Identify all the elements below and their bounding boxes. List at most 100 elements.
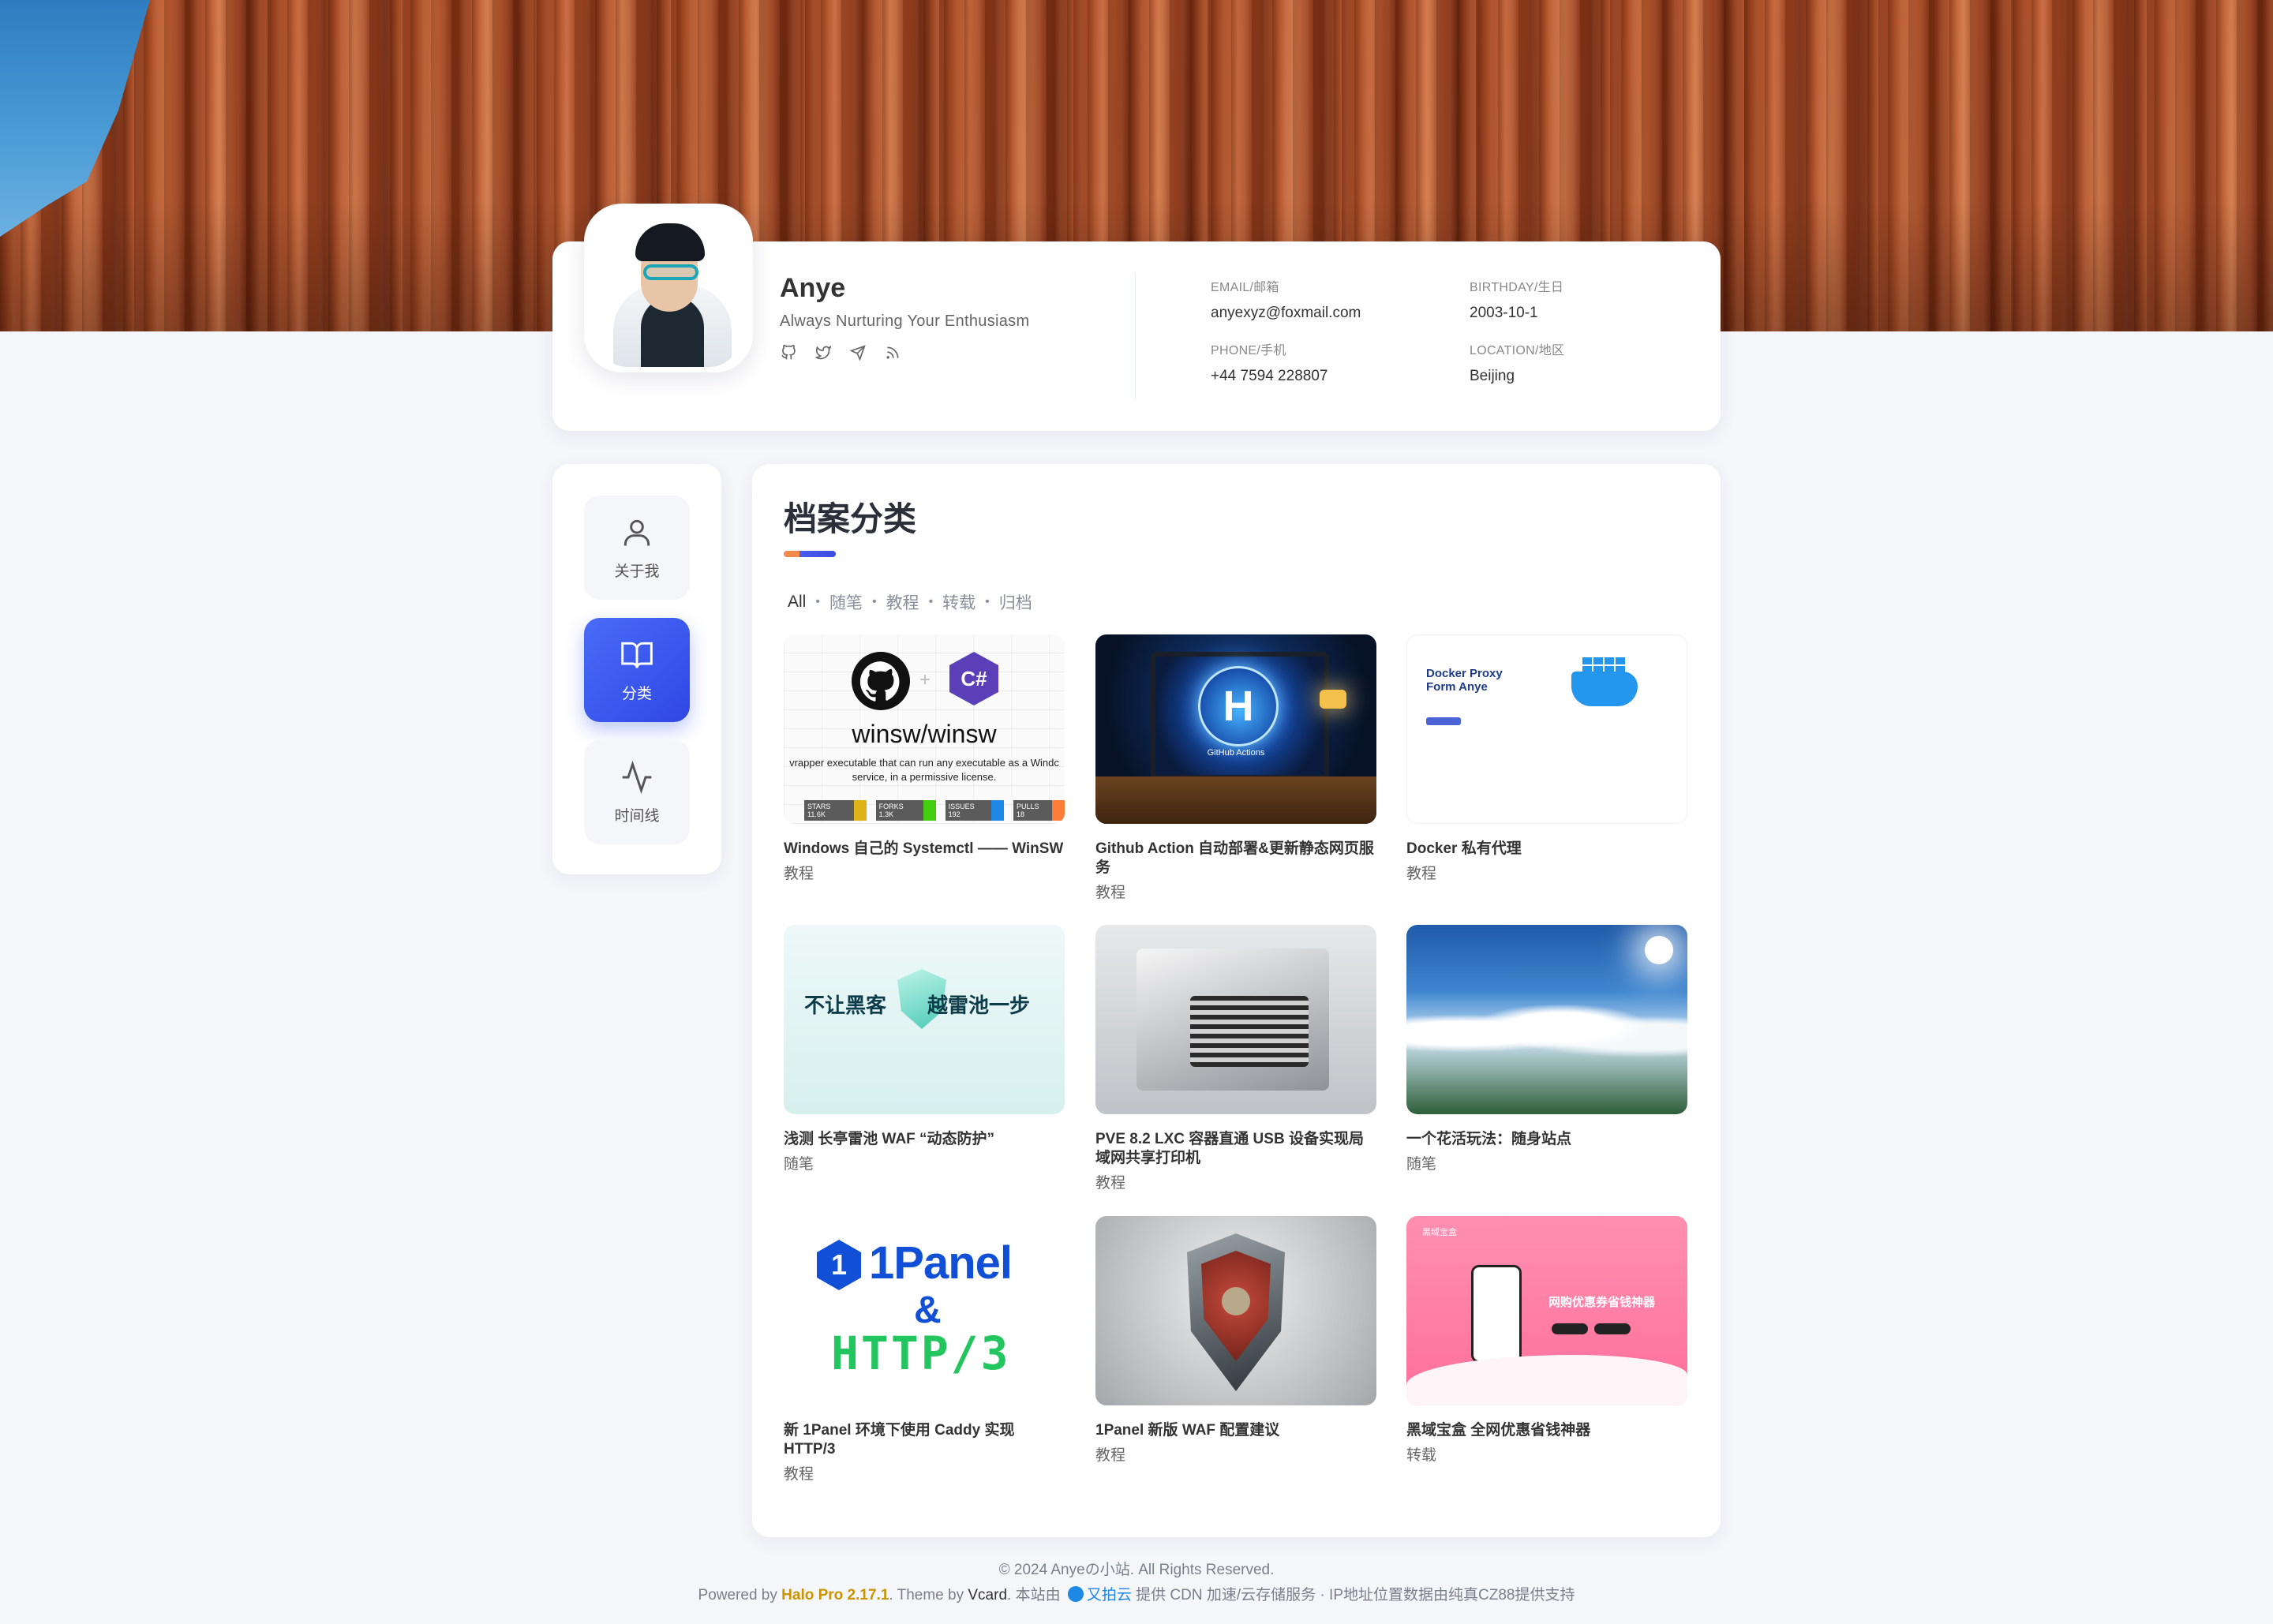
footer-copyright: © 2024 Anyeの小站. All Rights Reserved.: [998, 1562, 1275, 1578]
avatar-image: [597, 209, 740, 367]
theme-link[interactable]: Vcard: [968, 1587, 1007, 1603]
post-title[interactable]: 黑域宝盒 全网优惠省钱神器: [1406, 1421, 1687, 1440]
email-label: EMAIL/邮箱: [1211, 281, 1279, 294]
post-thumbnail[interactable]: [1406, 925, 1687, 1114]
nav-item-categories[interactable]: 分类: [584, 618, 690, 722]
rss-icon[interactable]: [884, 344, 901, 361]
birthday-label: BIRTHDAY/生日: [1470, 281, 1564, 294]
post-title[interactable]: Docker 私有代理: [1406, 840, 1687, 859]
thumb-text-http3: HTTP/3: [831, 1327, 1011, 1380]
side-nav: 关于我 分类 时间线: [552, 464, 721, 874]
post-title[interactable]: 一个花活玩法：随身站点: [1406, 1130, 1687, 1149]
footer-credits: Powered by Halo Pro 2.17.1. Theme by Vca…: [0, 1583, 2273, 1604]
upyun-link[interactable]: 又拍云: [1087, 1587, 1132, 1603]
filter-all[interactable]: All: [788, 593, 806, 612]
post-card[interactable]: 1 1Panel & HTTP/3 新 1Panel 环境下使用 Caddy 实…: [784, 1216, 1065, 1484]
docker-icon: [1582, 657, 1625, 673]
upyun-icon: [1067, 1586, 1084, 1602]
profile-divider: [1135, 273, 1136, 399]
footer-theme-label: . Theme by: [889, 1587, 964, 1603]
nav-item-about[interactable]: 关于我: [584, 496, 690, 600]
github-icon: [852, 652, 910, 710]
profile-motto: Always Nurturing Your Enthusiasm: [780, 312, 1030, 330]
github-actions-logo: H: [1198, 666, 1279, 747]
twitter-icon[interactable]: [814, 344, 832, 361]
post-category[interactable]: 教程: [784, 862, 1065, 883]
footer-cdn-text: 提供 CDN 加速/云存储服务 · IP地址位置数据由纯真CZ88提供支持: [1136, 1587, 1575, 1603]
nav-item-timeline[interactable]: 时间线: [584, 740, 690, 844]
email-value[interactable]: anyexyz@foxmail.com: [1211, 305, 1361, 322]
post-title[interactable]: Windows 自己的 Systemctl —— WinSW: [784, 840, 1065, 859]
thumb-badges: STARS 11.6K FORKS 1.3K ISSUES 192 PULLS …: [804, 800, 1065, 821]
1panel-logo: 1: [817, 1240, 861, 1290]
post-title[interactable]: 浅测 长亭雷池 WAF “动态防护”: [784, 1130, 1065, 1149]
telegram-icon[interactable]: [849, 344, 867, 361]
birthday-info: BIRTHDAY/生日 2003-10-1: [1470, 276, 1563, 322]
post-thumbnail[interactable]: [1095, 925, 1376, 1114]
avatar[interactable]: [584, 204, 753, 372]
github-icon[interactable]: [780, 344, 797, 361]
phone-info: PHONE/手机 +44 7594 228807: [1211, 339, 1327, 385]
post-category[interactable]: 教程: [784, 1462, 1065, 1484]
halo-link[interactable]: Halo Pro 2.17.1: [781, 1587, 889, 1603]
post-title[interactable]: PVE 8.2 LXC 容器直通 USB 设备实现局域网共享打印机: [1095, 1130, 1376, 1168]
thumb-tag: 黑域宝盒: [1422, 1228, 1457, 1237]
post-card[interactable]: Docker Proxy Form Anye Docker 私有代理 教程: [1406, 634, 1687, 883]
post-title[interactable]: 新 1Panel 环境下使用 Caddy 实现 HTTP/3: [784, 1421, 1065, 1459]
filter-tutorial[interactable]: 教程: [886, 590, 919, 614]
post-thumbnail[interactable]: H GitHub Actions: [1095, 634, 1376, 824]
post-thumbnail[interactable]: [1095, 1216, 1376, 1405]
post-card[interactable]: PVE 8.2 LXC 容器直通 USB 设备实现局域网共享打印机 教程: [1095, 925, 1376, 1192]
post-card[interactable]: H GitHub Actions Github Action 自动部署&更新静态…: [1095, 634, 1376, 902]
activity-icon: [622, 760, 652, 794]
post-card[interactable]: 黑域宝盒 网购优惠券省钱神器 黑域宝盒 全网优惠省钱神器 转载: [1406, 1216, 1687, 1465]
phone-illustration: [1471, 1265, 1522, 1363]
user-icon: [623, 519, 650, 545]
post-category[interactable]: 教程: [1095, 1171, 1376, 1192]
post-thumbnail[interactable]: 黑域宝盒 网购优惠券省钱神器: [1406, 1216, 1687, 1405]
post-category[interactable]: 随笔: [784, 1152, 1065, 1173]
footer-powered-label: Powered by: [698, 1587, 777, 1603]
birthday-value: 2003-10-1: [1470, 305, 1538, 321]
title-underline: [784, 551, 836, 557]
thumb-description: vrapper executable that can run any exec…: [789, 757, 1059, 783]
thumb-text-1panel: 1Panel: [869, 1237, 1013, 1289]
page-title: 档案分类: [784, 500, 917, 537]
thumb-text-amp: &: [914, 1289, 942, 1331]
post-title[interactable]: 1Panel 新版 WAF 配置建议: [1095, 1421, 1376, 1440]
filter-repost[interactable]: 转载: [942, 590, 975, 614]
post-category[interactable]: 随笔: [1406, 1152, 1687, 1173]
filter-essay[interactable]: 随笔: [829, 590, 863, 614]
post-category[interactable]: 教程: [1095, 1443, 1376, 1465]
post-card[interactable]: 1Panel 新版 WAF 配置建议 教程: [1095, 1216, 1376, 1465]
thumb-repo-name: winsw/winsw: [852, 720, 997, 748]
post-card[interactable]: 一个花活玩法：随身站点 随笔: [1406, 925, 1687, 1173]
book-icon: [621, 642, 653, 668]
email-info: EMAIL/邮箱 anyexyz@foxmail.com: [1211, 276, 1361, 322]
post-thumbnail[interactable]: + C# winsw/winsw vrapper executable that…: [784, 634, 1065, 824]
nav-item-label: 分类: [621, 685, 652, 702]
profile-name: Anye: [780, 273, 846, 303]
phone-value[interactable]: +44 7594 228807: [1211, 368, 1327, 385]
post-title[interactable]: Github Action 自动部署&更新静态网页服务: [1095, 840, 1376, 877]
filter-archive[interactable]: 归档: [999, 590, 1032, 614]
footer-cdn-label: . 本站由: [1007, 1587, 1061, 1603]
thumb-heading: 网购优惠券省钱神器: [1548, 1296, 1656, 1309]
nav-item-label: 时间线: [614, 807, 660, 825]
thumb-caption: GitHub Actions: [1207, 748, 1265, 758]
post-thumbnail[interactable]: 不让黑客 越雷池一步: [784, 925, 1065, 1114]
thumb-text-left: 不让黑客: [804, 993, 887, 1017]
post-category[interactable]: 教程: [1095, 881, 1376, 902]
post-card[interactable]: 不让黑客 越雷池一步 浅测 长亭雷池 WAF “动态防护” 随笔: [784, 925, 1065, 1173]
post-category[interactable]: 转载: [1406, 1443, 1687, 1465]
phone-label: PHONE/手机: [1211, 344, 1286, 357]
location-label: LOCATION/地区: [1470, 344, 1565, 357]
post-thumbnail[interactable]: 1 1Panel & HTTP/3: [784, 1216, 1065, 1405]
post-thumbnail[interactable]: Docker Proxy Form Anye: [1406, 634, 1687, 824]
location-info: LOCATION/地区 Beijing: [1470, 339, 1564, 385]
thumb-heading: Docker Proxy Form Anye: [1426, 667, 1503, 694]
post-category[interactable]: 教程: [1406, 862, 1687, 883]
nav-item-label: 关于我: [614, 563, 660, 580]
post-card[interactable]: + C# winsw/winsw vrapper executable that…: [784, 634, 1065, 883]
location-value: Beijing: [1470, 368, 1515, 384]
